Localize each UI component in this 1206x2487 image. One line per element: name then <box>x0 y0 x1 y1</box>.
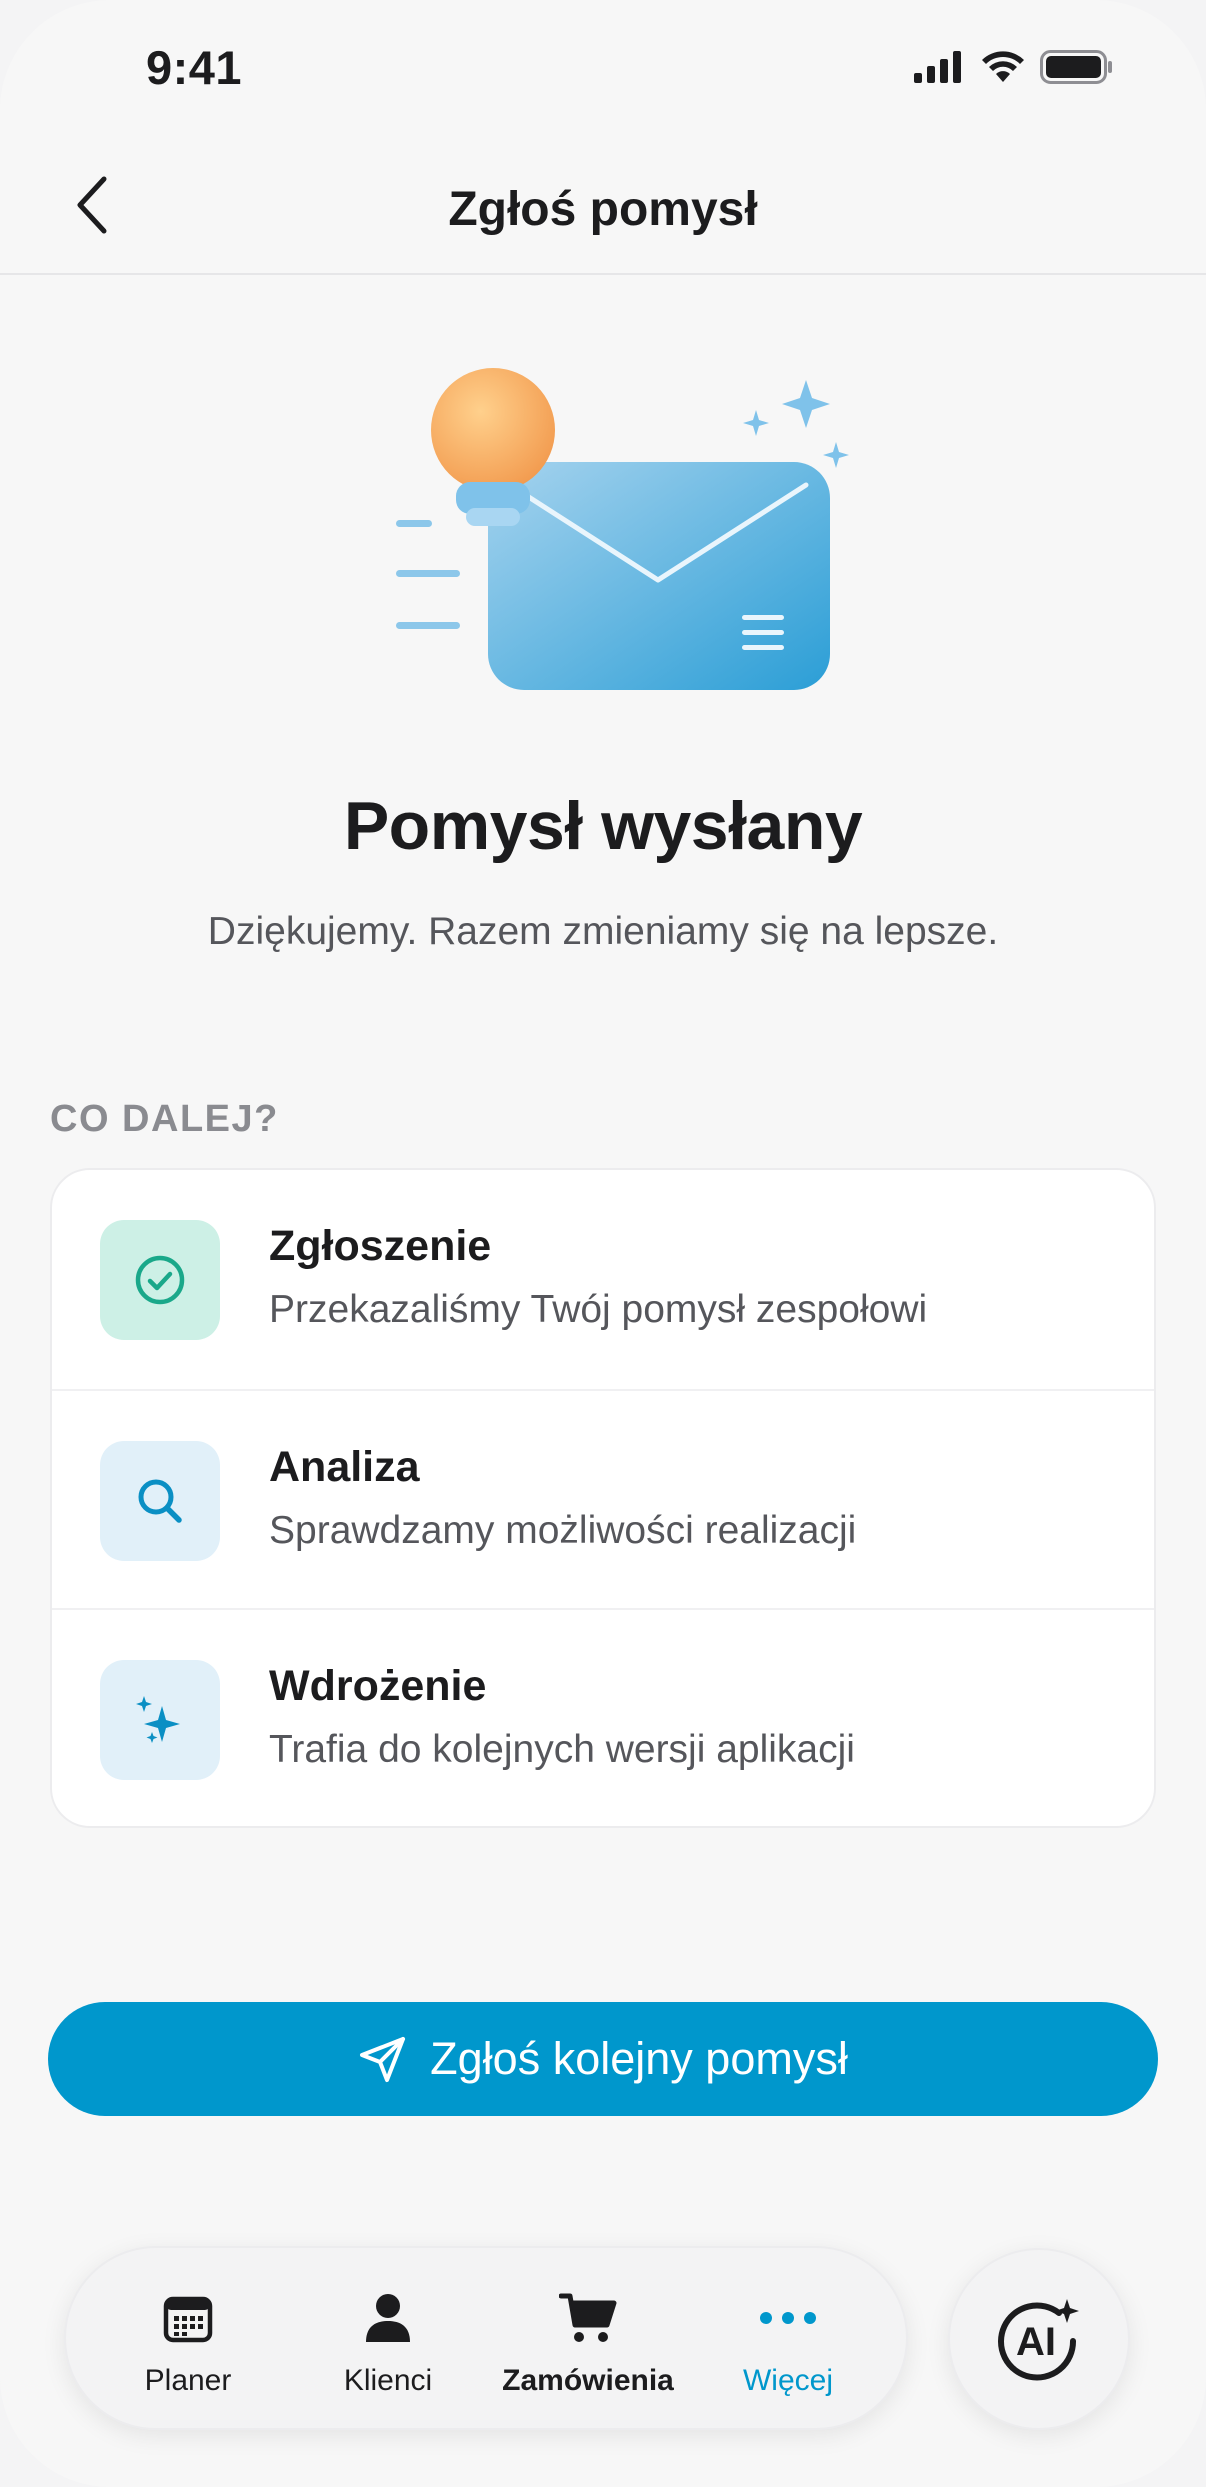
step-title: Zgłoszenie <box>269 1222 492 1270</box>
sparkles-icon <box>136 1696 180 1743</box>
more-dots-icon <box>760 2312 816 2324</box>
bottom-tab-bar: Planer Klienci Zamówienia Więcej <box>64 2246 908 2430</box>
submit-another-idea-button[interactable]: Zgłoś kolejny pomysł <box>48 2002 1158 2116</box>
step-title: Wdrożenie <box>269 1662 487 1710</box>
tab-wiecej[interactable]: Więcej <box>688 2248 888 2432</box>
step-icon-container <box>100 1220 220 1340</box>
search-icon <box>138 1479 182 1523</box>
tab-label: Więcej <box>742 2364 833 2397</box>
person-icon <box>366 2294 410 2342</box>
check-circle-icon <box>135 1255 185 1305</box>
tab-label: Zamówienia <box>502 2364 674 2397</box>
cart-icon <box>559 2293 617 2342</box>
step-submission: Zgłoszenie Przekazaliśmy Twój pomysł zes… <box>52 1170 1154 1389</box>
status-bar: 9:41 <box>0 0 1206 140</box>
ai-assistant-button[interactable]: AI <box>948 2248 1130 2430</box>
next-steps-label: CO DALEJ? <box>50 1098 279 1140</box>
confirmation-title: Pomysł wysłany <box>343 788 863 864</box>
navigation-header: Zgłoś pomysł <box>0 140 1206 275</box>
step-icon-container <box>100 1660 220 1780</box>
step-description: Sprawdzamy możliwości realizacji <box>269 1509 857 1552</box>
cta-label: Zgłoś kolejny pomysł <box>430 2033 848 2084</box>
calendar-icon <box>163 2296 213 2343</box>
status-time: 9:41 <box>146 41 243 94</box>
status-icons <box>914 50 1114 84</box>
wifi-icon <box>982 51 1024 82</box>
tab-zamowienia[interactable]: Zamówienia <box>488 2248 688 2432</box>
ai-sparkle-icon: AI <box>998 2299 1079 2381</box>
step-title: Analiza <box>269 1443 420 1491</box>
cellular-signal-icon <box>914 51 961 83</box>
next-steps-card: Zgłoszenie Przekazaliśmy Twój pomysł zes… <box>50 1168 1156 1828</box>
tab-planer[interactable]: Planer <box>88 2248 288 2432</box>
step-description: Przekazaliśmy Twój pomysł zespołowi <box>269 1288 928 1331</box>
battery-icon <box>1040 50 1112 84</box>
ai-label: AI <box>1016 2320 1056 2364</box>
step-icon-container <box>100 1441 220 1561</box>
confirmation-subtitle: Dziękujemy. Razem zmieniamy się na lepsz… <box>207 910 999 953</box>
tab-label: Klienci <box>343 2364 433 2397</box>
step-implementation: Wdrożenie Trafia do kolejnych wersji apl… <box>52 1608 1154 1826</box>
lightbulb-envelope-illustration <box>380 360 860 700</box>
page-title: Zgłoś pomysł <box>448 183 758 236</box>
phone-screen: 9:41 Zgłoś pomysł Pomysł wysłany Dziękuj… <box>0 0 1206 2487</box>
step-analysis: Analiza Sprawdzamy możliwości realizacji <box>52 1389 1154 1608</box>
send-icon <box>360 2037 406 2082</box>
step-description: Trafia do kolejnych wersji aplikacji <box>269 1728 855 1771</box>
tab-klienci[interactable]: Klienci <box>288 2248 488 2432</box>
tab-label: Planer <box>144 2364 232 2397</box>
